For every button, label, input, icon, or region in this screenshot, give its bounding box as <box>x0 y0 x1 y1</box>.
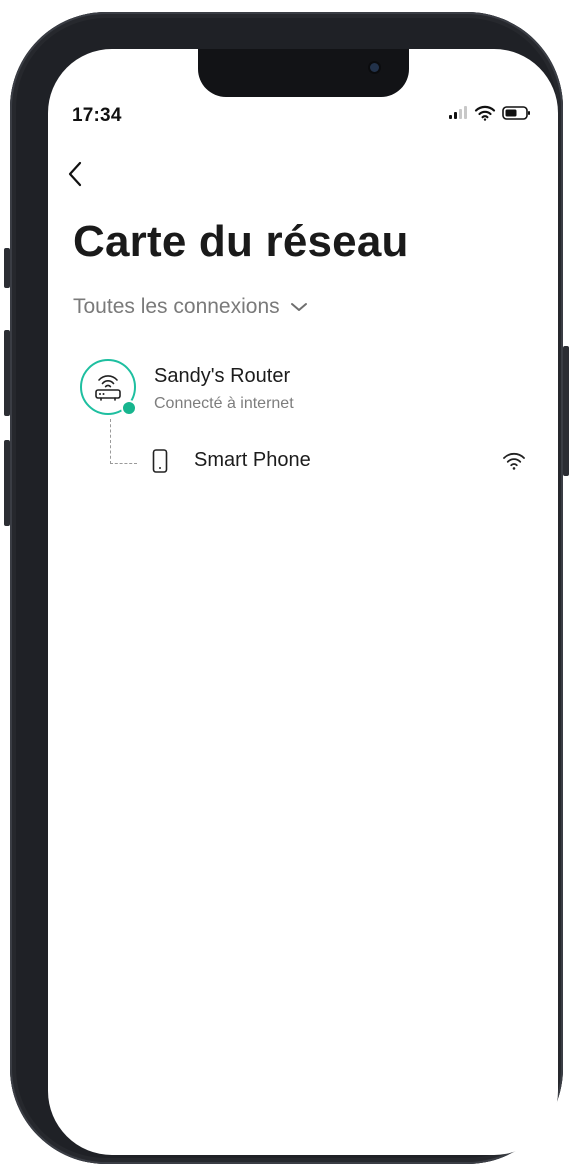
router-status: Connecté à internet <box>154 395 294 412</box>
wifi-icon <box>474 105 496 126</box>
page-title: Carte du réseau <box>73 217 409 266</box>
side-button <box>4 440 10 526</box>
status-time: 17:34 <box>72 105 122 126</box>
device-item-smart-phone[interactable]: Smart Phone <box>148 445 538 479</box>
smartphone-icon <box>152 449 168 478</box>
camera-icon <box>370 63 379 72</box>
side-button <box>4 248 10 288</box>
connection-line <box>110 419 137 464</box>
chevron-left-icon <box>66 160 84 193</box>
back-button[interactable] <box>66 159 94 193</box>
signal-bars-icon <box>448 105 468 125</box>
router-name: Sandy's Router <box>154 365 291 387</box>
filter-label: Toutes les connexions <box>73 295 280 318</box>
app-screen: 17:34 Carte du réseau Toutes les connexi… <box>48 49 558 1155</box>
side-button <box>563 346 569 476</box>
router-item[interactable]: Sandy's Router Connecté à internet <box>80 359 540 419</box>
status-icons <box>448 105 532 126</box>
phone-frame: 17:34 Carte du réseau Toutes les connexi… <box>4 12 569 1164</box>
online-status-dot <box>121 400 137 416</box>
chevron-down-icon <box>290 295 308 319</box>
wifi-icon <box>502 451 526 476</box>
connection-filter-dropdown[interactable]: Toutes les connexions <box>73 295 308 319</box>
notch <box>198 49 409 97</box>
side-button <box>4 330 10 416</box>
device-name: Smart Phone <box>194 449 311 471</box>
battery-icon <box>502 105 532 126</box>
